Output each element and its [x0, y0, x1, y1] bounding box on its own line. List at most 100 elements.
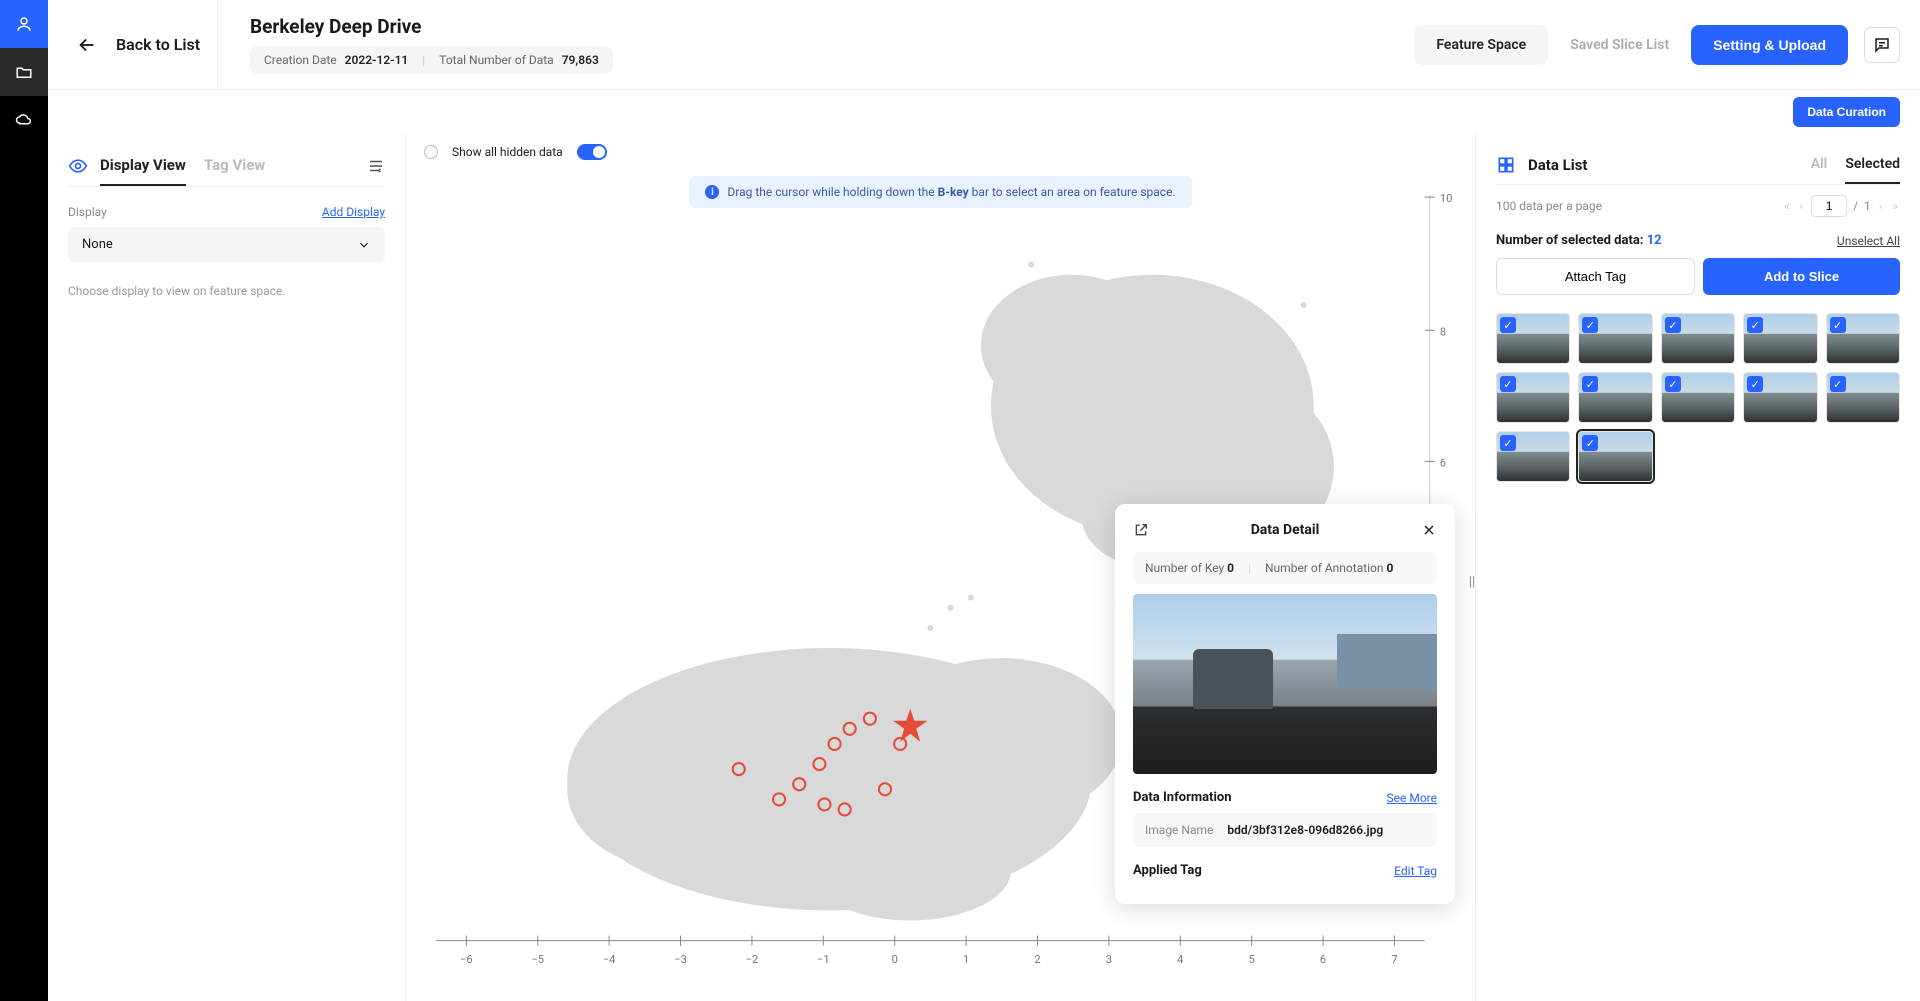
- check-icon[interactable]: ✓: [1830, 376, 1846, 392]
- page-last-icon[interactable]: »: [1890, 197, 1900, 215]
- creation-label: Creation Date: [264, 53, 337, 67]
- collapse-panel-icon[interactable]: [367, 157, 385, 175]
- display-hint: Choose display to view on feature space.: [68, 284, 385, 298]
- y-tick: 10: [1440, 192, 1452, 205]
- check-icon[interactable]: ✓: [1500, 317, 1516, 333]
- display-label: Display: [68, 205, 107, 219]
- x-tick: −1: [817, 953, 830, 966]
- x-tick: 1: [963, 953, 969, 966]
- data-info-title: Data Information: [1133, 790, 1232, 805]
- thumbnail[interactable]: ✓: [1826, 372, 1900, 423]
- thumbnail[interactable]: ✓: [1496, 431, 1570, 482]
- thumbnail[interactable]: ✓: [1743, 372, 1817, 423]
- tab-display-view[interactable]: Display View: [100, 146, 186, 186]
- x-tick: 3: [1106, 953, 1112, 966]
- title-section: Berkeley Deep Drive Creation Date 2022-1…: [218, 15, 1414, 74]
- check-icon[interactable]: ✓: [1665, 317, 1681, 333]
- top-actions: Setting & Upload: [1691, 25, 1900, 65]
- cluster-lower: [567, 648, 1122, 920]
- detail-image[interactable]: [1133, 594, 1437, 774]
- eye-icon: [68, 156, 88, 176]
- thumbnail[interactable]: ✓: [1661, 372, 1735, 423]
- data-list-title: Data List: [1528, 156, 1587, 174]
- feature-space-canvas[interactable]: Show all hidden data i Drag the cursor w…: [406, 134, 1475, 1001]
- setting-upload-button[interactable]: Setting & Upload: [1691, 25, 1848, 65]
- check-icon[interactable]: ✓: [1582, 317, 1598, 333]
- attach-tag-button[interactable]: Attach Tag: [1496, 258, 1695, 295]
- thumbnail[interactable]: ✓: [1661, 313, 1735, 364]
- tab-all[interactable]: All: [1811, 146, 1828, 184]
- subbar: Data Curation: [48, 90, 1920, 134]
- check-icon[interactable]: ✓: [1747, 376, 1763, 392]
- tab-saved-slice[interactable]: Saved Slice List: [1548, 25, 1691, 65]
- check-icon[interactable]: ✓: [1582, 376, 1598, 392]
- nav-user[interactable]: [0, 0, 48, 48]
- creation-value: 2022-12-11: [345, 53, 409, 67]
- check-icon[interactable]: ✓: [1747, 317, 1763, 333]
- tab-tag-view[interactable]: Tag View: [204, 146, 265, 186]
- add-to-slice-button[interactable]: Add to Slice: [1703, 258, 1900, 295]
- user-icon: [15, 15, 33, 33]
- thumbnail[interactable]: ✓: [1826, 313, 1900, 364]
- folder-icon: [15, 63, 33, 81]
- thumbnail[interactable]: ✓: [1578, 313, 1652, 364]
- display-select[interactable]: None: [68, 227, 385, 262]
- page-total: 1: [1864, 199, 1871, 213]
- resize-handle[interactable]: ||: [1468, 568, 1476, 598]
- meta-pill: Creation Date 2022-12-11 | Total Number …: [250, 46, 613, 74]
- x-axis-ticks: −6−5−4−3−2−101234567: [460, 936, 1398, 966]
- x-tick: 7: [1391, 953, 1397, 966]
- right-panel: || Data List All Selected 100 data per a…: [1475, 134, 1920, 1001]
- nav-folder[interactable]: [0, 48, 48, 96]
- check-icon[interactable]: ✓: [1500, 376, 1516, 392]
- per-page-info: 100 data per a page: [1496, 199, 1782, 213]
- page-input[interactable]: [1811, 195, 1847, 217]
- comment-button[interactable]: [1864, 27, 1900, 63]
- check-icon[interactable]: ✓: [1830, 317, 1846, 333]
- x-tick: −6: [460, 953, 473, 966]
- check-icon[interactable]: ✓: [1500, 435, 1516, 451]
- arrow-left-icon: [76, 34, 98, 56]
- see-more-link[interactable]: See More: [1387, 791, 1437, 805]
- topbar: Back to List Berkeley Deep Drive Creatio…: [48, 0, 1920, 90]
- detail-title: Data Detail: [1149, 522, 1421, 538]
- back-label: Back to List: [116, 35, 200, 54]
- selected-label: Number of selected data:: [1496, 233, 1643, 248]
- show-hidden-label: Show all hidden data: [452, 145, 563, 159]
- thumbnail[interactable]: ✓: [1578, 431, 1652, 482]
- check-icon[interactable]: ✓: [1582, 435, 1598, 451]
- applied-tag-title: Applied Tag: [1133, 863, 1202, 878]
- detail-stats: Number of Key 0 | Number of Annotation 0: [1133, 552, 1437, 584]
- thumbnail[interactable]: ✓: [1496, 313, 1570, 364]
- x-tick: 6: [1320, 953, 1326, 966]
- pager: « ‹ / 1 › »: [1782, 195, 1900, 217]
- tab-selected[interactable]: Selected: [1845, 146, 1900, 184]
- page-next-icon[interactable]: ›: [1877, 197, 1885, 215]
- edit-tag-link[interactable]: Edit Tag: [1394, 864, 1437, 878]
- unselect-all-link[interactable]: Unselect All: [1837, 234, 1900, 248]
- page-prev-icon[interactable]: ‹: [1797, 197, 1805, 215]
- data-curation-button[interactable]: Data Curation: [1793, 97, 1900, 127]
- nav-cloud[interactable]: [0, 96, 48, 144]
- thumbnail[interactable]: ✓: [1496, 372, 1570, 423]
- thumbnail[interactable]: ✓: [1743, 313, 1817, 364]
- display-value: None: [82, 237, 113, 252]
- back-to-list[interactable]: Back to List: [48, 0, 218, 90]
- sidebar-nav: [0, 0, 48, 1001]
- popout-icon[interactable]: [1133, 522, 1149, 538]
- add-display-link[interactable]: Add Display: [322, 205, 385, 219]
- x-tick: −3: [674, 953, 687, 966]
- radio-hidden-data[interactable]: [424, 145, 438, 159]
- close-icon[interactable]: [1421, 522, 1437, 538]
- center-tabs: Feature Space Saved Slice List: [1414, 25, 1691, 65]
- tab-feature-space[interactable]: Feature Space: [1414, 25, 1548, 65]
- page-first-icon[interactable]: «: [1782, 197, 1792, 215]
- y-tick: 8: [1440, 325, 1446, 338]
- thumbnail[interactable]: ✓: [1578, 372, 1652, 423]
- y-tick: 6: [1440, 456, 1446, 469]
- x-tick: 2: [1034, 953, 1040, 966]
- check-icon[interactable]: ✓: [1665, 376, 1681, 392]
- show-hidden-toggle[interactable]: [577, 144, 607, 160]
- x-tick: −4: [603, 953, 616, 966]
- comment-icon: [1873, 36, 1891, 54]
